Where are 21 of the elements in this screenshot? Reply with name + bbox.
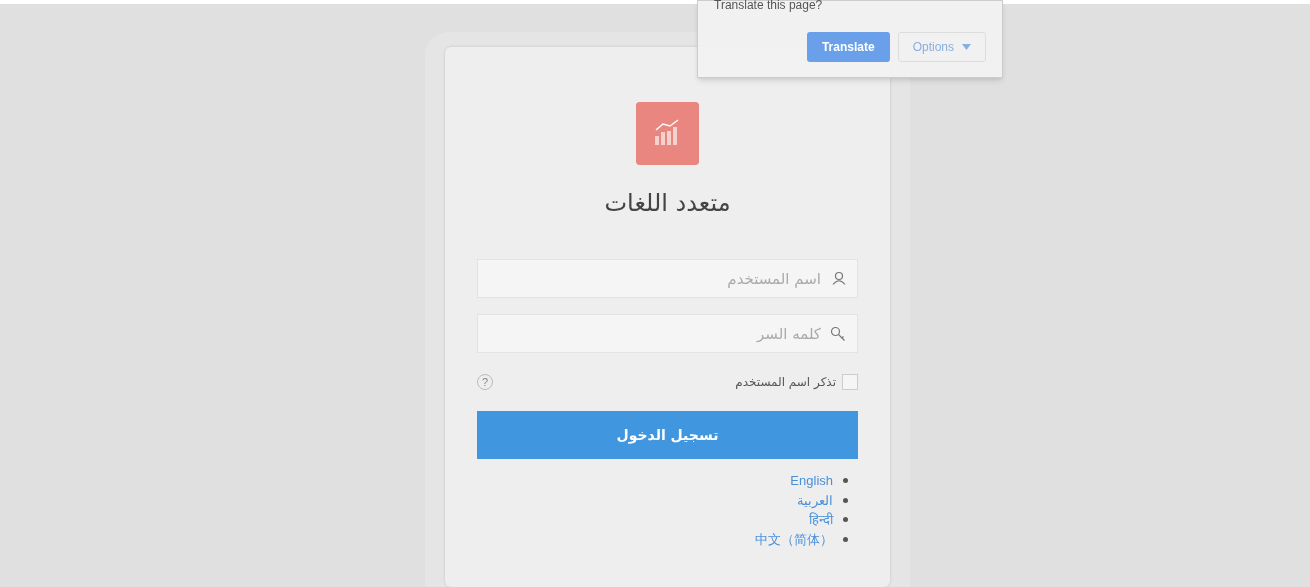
- user-icon: [832, 271, 846, 285]
- translate-button[interactable]: Translate: [806, 32, 890, 62]
- bullet-icon: [843, 517, 848, 523]
- input-field[interactable]: كلمه السر: [477, 314, 858, 353]
- options-button[interactable]: Options: [897, 32, 986, 62]
- language-link[interactable]: हिन्दी: [809, 510, 833, 530]
- caret-icon: [962, 44, 971, 50]
- remember-label: تذكر اسم المستخدم: [735, 374, 836, 391]
- bullet-icon: [843, 497, 848, 503]
- translate-prompt: Translate this page?: [714, 0, 823, 11]
- key-icon: [830, 326, 846, 342]
- input-field[interactable]: اسم المستخدم: [477, 259, 858, 298]
- language-link[interactable]: English: [790, 471, 833, 491]
- language-link[interactable]: العربية: [797, 490, 833, 510]
- bullet-icon: [843, 478, 848, 484]
- app-title: متعدد اللغات: [604, 188, 731, 219]
- login-button[interactable]: تسجيل الدخول: [477, 411, 858, 459]
- chart-logo-icon: [636, 102, 699, 165]
- bullet-icon: [843, 536, 848, 542]
- checkbox[interactable]: [842, 374, 858, 390]
- language-link[interactable]: 中文（简体）: [755, 529, 833, 549]
